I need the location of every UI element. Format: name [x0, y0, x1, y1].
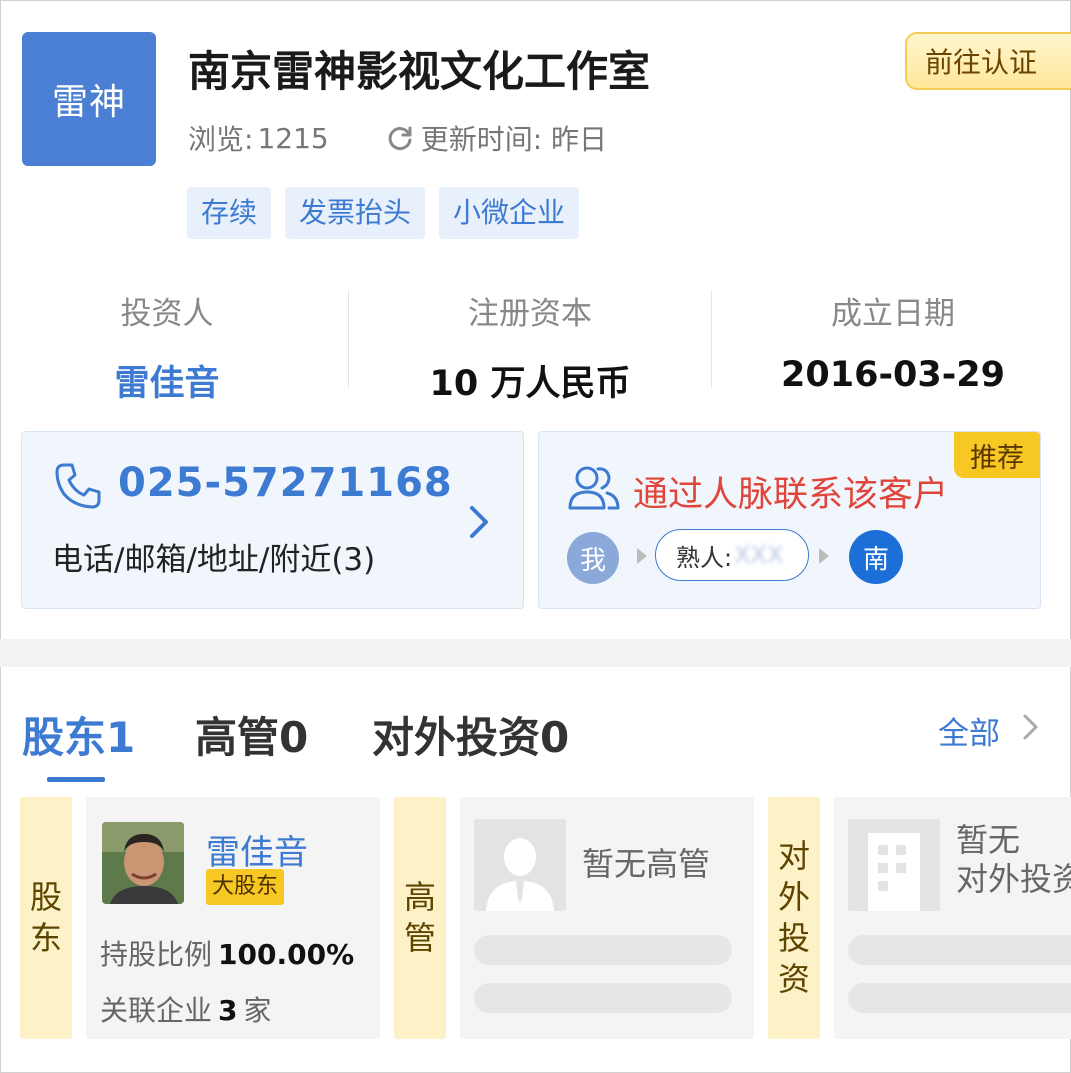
related-count: 3: [218, 994, 238, 1027]
stat-capital: 注册资本 10 万人民币: [350, 288, 710, 406]
network-title: 通过人脉联系该客户: [633, 475, 949, 515]
placeholder-bar: [848, 983, 1071, 1013]
ratio-label: 持股比例: [100, 938, 213, 971]
shareholder-avatar: [102, 822, 184, 904]
no-investments-line1: 暂无: [956, 821, 1021, 859]
side-label-char: 对: [777, 837, 810, 876]
executive-card: 暂无高管: [460, 797, 754, 1039]
side-label-char: 管: [403, 919, 436, 957]
people-icon: [568, 466, 620, 510]
stat-label: 注册资本: [468, 296, 592, 332]
chevron-right-icon: [470, 506, 488, 538]
side-label-char: 资: [777, 959, 810, 998]
major-shareholder-badge: 大股东: [206, 869, 285, 905]
views-label: 浏览:: [188, 123, 254, 156]
tag-list: 存续 发票抬头 小微企业: [187, 187, 580, 239]
tag-invoice[interactable]: 发票抬头: [285, 187, 426, 239]
acquaintance-pill[interactable]: 熟人: XXX: [655, 529, 809, 581]
contact-card[interactable]: 025-57271168 电话/邮箱/地址/附近(3): [21, 431, 524, 609]
path-arrow-icon: [637, 548, 647, 564]
stat-investor[interactable]: 投资人 雷佳音: [0, 288, 347, 406]
side-label-char: 外: [777, 878, 810, 917]
network-card[interactable]: 通过人脉联系该客户 推荐 我 熟人: XXX 南: [538, 431, 1041, 609]
chevron-right-icon[interactable]: [1020, 712, 1042, 742]
ratio-value: 100.00%: [218, 938, 355, 971]
stat-value: 2016-03-29: [781, 355, 1005, 395]
company-logo-text: 雷神: [51, 82, 126, 123]
related-companies: 关联企业 3 家: [100, 989, 272, 1029]
shareholder-name[interactable]: 雷佳音: [206, 825, 308, 874]
contact-subtitle: 电话/邮箱/地址/附近(3): [52, 542, 376, 578]
investment-card: 暂无 对外投资: [834, 797, 1071, 1039]
tab-shareholders[interactable]: 股东1: [22, 704, 135, 765]
acquaintance-label: 熟人:: [676, 543, 733, 572]
placeholder-bar: [474, 935, 732, 965]
no-investments-text: 暂无 对外投资: [956, 821, 1071, 899]
stat-founded: 成立日期 2016-03-29: [713, 288, 1071, 395]
meta-row: 浏览: 1215 更新时间: 昨日: [188, 118, 607, 158]
shareholder-side-label: 股 东: [20, 797, 72, 1039]
related-label: 关联企业: [100, 994, 213, 1027]
person-placeholder-icon: [474, 819, 566, 911]
placeholder-bar: [474, 983, 732, 1013]
stat-label: 投资人: [120, 296, 214, 332]
no-investments-line2: 对外投资: [956, 860, 1071, 899]
verify-button[interactable]: 前往认证: [905, 32, 1071, 90]
target-node: 南: [849, 530, 903, 584]
related-unit: 家: [243, 994, 272, 1027]
side-label-char: 股: [29, 878, 62, 917]
phone-icon: [55, 463, 101, 509]
tab-executives[interactable]: 高管0: [195, 704, 308, 765]
executive-side-label: 高 管: [394, 797, 446, 1039]
stat-value: 10 万人民币: [429, 364, 631, 404]
company-logo: 雷神: [22, 32, 156, 166]
views-count: 1215: [257, 121, 329, 155]
investment-side-label: 对 外 投 资: [768, 797, 820, 1039]
recommend-badge: 推荐: [954, 432, 1040, 478]
stat-label: 成立日期: [831, 296, 955, 332]
investor-name-link[interactable]: 雷佳音: [0, 355, 347, 406]
view-all-link[interactable]: 全部: [938, 708, 1000, 753]
section-separator: [0, 639, 1071, 667]
phone-number[interactable]: 025-57271168: [118, 460, 453, 506]
update-time: 更新时间: 昨日: [420, 123, 608, 156]
shareholder-card[interactable]: 雷佳音 大股东 持股比例 100.00% 关联企业 3 家: [86, 797, 380, 1039]
no-executives-text: 暂无高管: [582, 845, 711, 883]
side-label-char: 东: [29, 919, 62, 957]
building-placeholder-icon: [848, 819, 940, 911]
company-name: 南京雷神影视文化工作室: [188, 47, 651, 96]
acquaintance-name: XXX: [734, 541, 784, 569]
tab-investments[interactable]: 对外投资0: [372, 704, 569, 765]
tag-size[interactable]: 小微企业: [439, 187, 580, 239]
stat-divider: [348, 290, 349, 388]
me-node: 我: [567, 532, 619, 584]
side-label-char: 高: [403, 878, 436, 917]
active-tab-indicator: [47, 777, 105, 782]
stat-divider: [711, 290, 712, 388]
side-label-char: 投: [777, 919, 810, 957]
path-arrow-icon: [819, 548, 829, 564]
placeholder-bar: [848, 935, 1071, 965]
shareholding-ratio: 持股比例 100.00%: [100, 933, 360, 973]
refresh-icon: [388, 126, 412, 150]
tag-status[interactable]: 存续: [187, 187, 272, 239]
